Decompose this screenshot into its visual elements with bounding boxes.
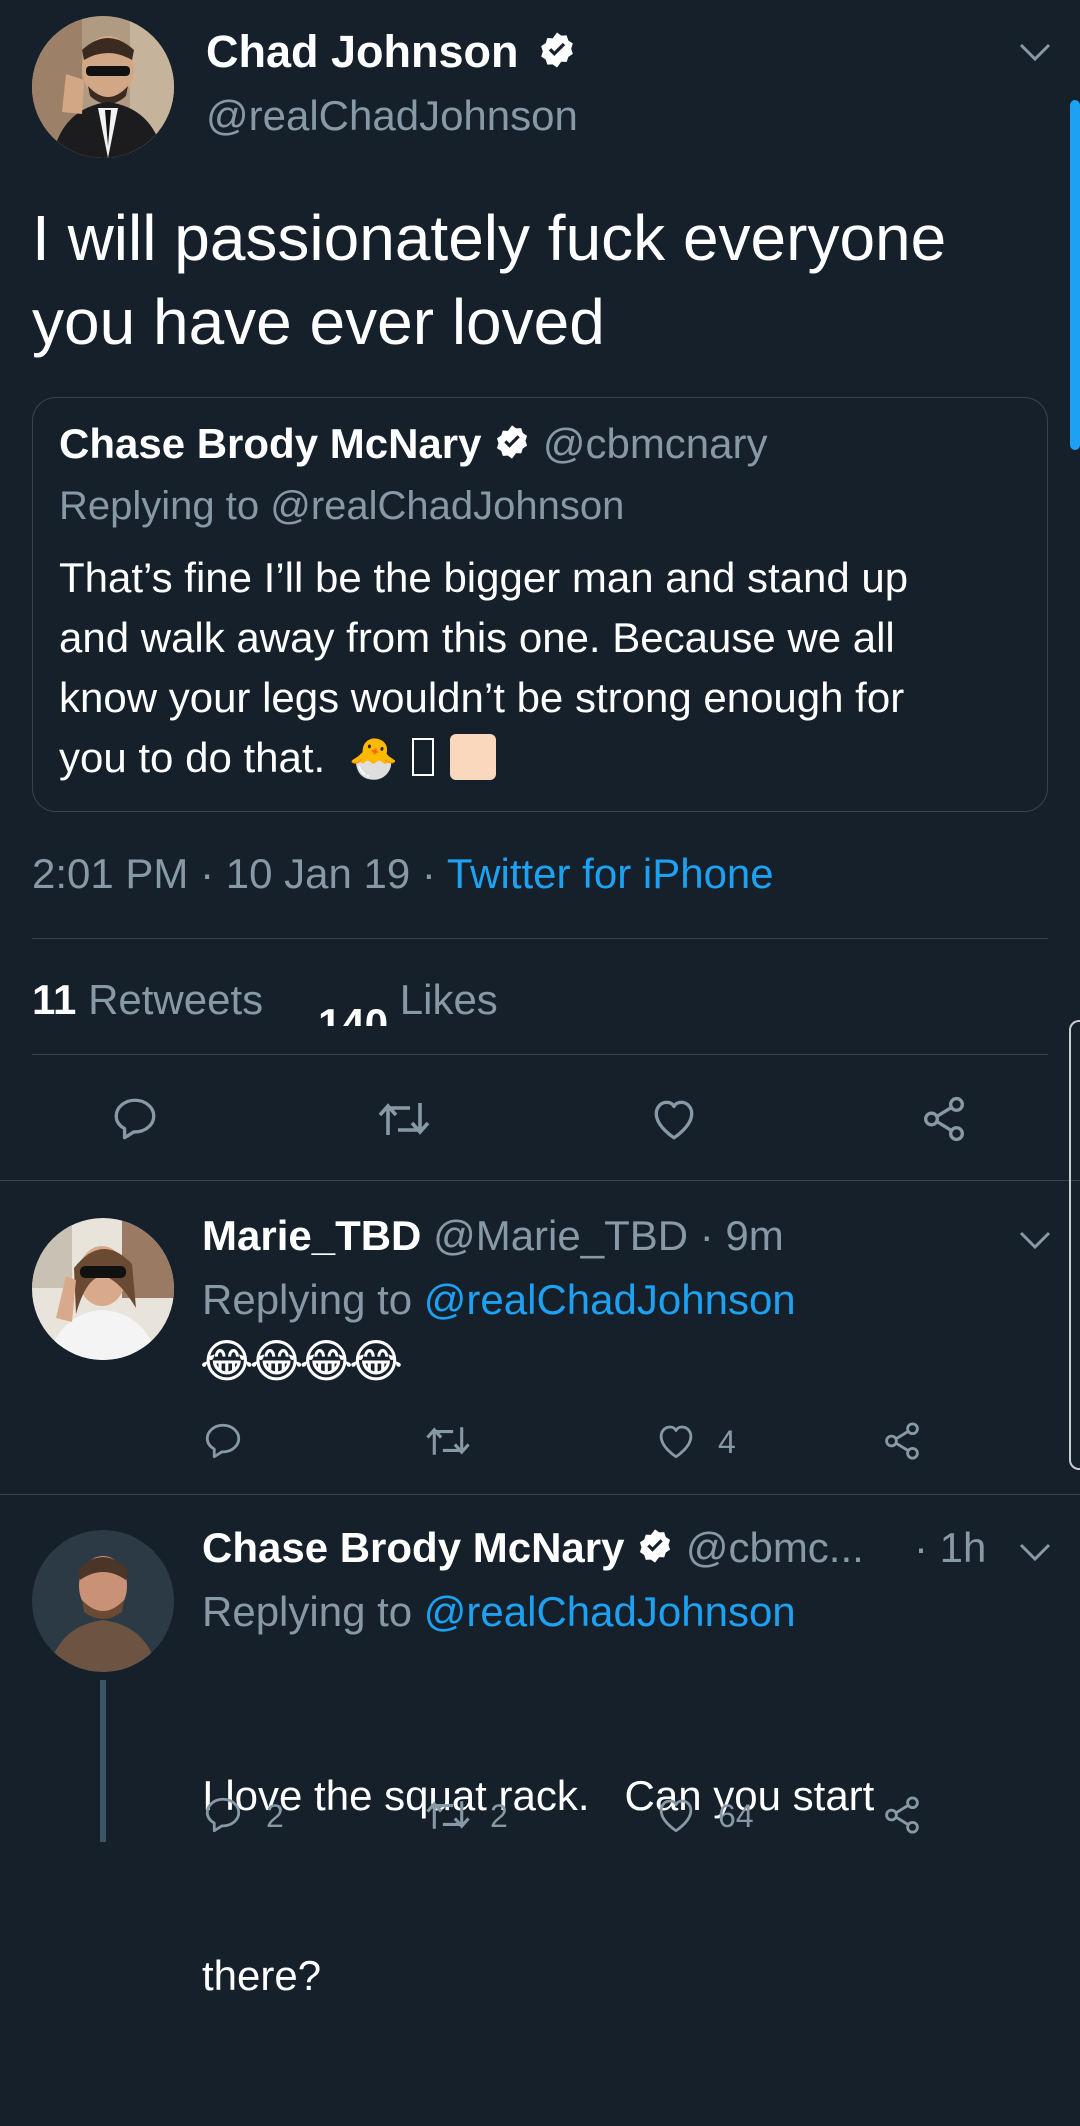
reply-text: I love the squat rack. Can you start the…	[202, 1646, 874, 2126]
retweet-icon[interactable]	[424, 1794, 472, 1836]
tweet-time: 2:01 PM	[32, 850, 189, 897]
verified-badge-icon	[493, 423, 531, 471]
reply-text-line: I love the squat rack. Can you start	[202, 1772, 875, 1819]
quoted-text-line: That’s fine I’ll be the bigger man and s…	[59, 554, 909, 601]
replying-to-label: Replying to	[202, 1588, 413, 1635]
replying-to-label: Replying to	[202, 1276, 413, 1323]
scrollbar-thumb[interactable]	[1070, 100, 1080, 450]
author-name[interactable]: Chad Johnson	[206, 26, 519, 77]
tweet-text-line: I will passionately fuck everyone	[32, 202, 947, 274]
tweet-date: 10 Jan 19	[225, 850, 411, 897]
meta-separator: ·	[200, 850, 226, 897]
tweet-text-line: you have ever loved	[32, 286, 605, 358]
author-handle[interactable]: @realChadJohnson	[206, 92, 578, 140]
reply-count: 2	[266, 1798, 284, 1834]
divider	[32, 1054, 1048, 1055]
quoted-replying-to: Replying to @realChadJohnson	[59, 484, 625, 528]
tweet-source-link[interactable]: Twitter for iPhone	[447, 850, 774, 897]
share-icon[interactable]	[918, 1094, 970, 1144]
quoted-author-name[interactable]: Chase Brody McNary	[59, 420, 481, 467]
reply-text-line: there?	[202, 1952, 322, 1999]
reply-icon[interactable]	[110, 1094, 160, 1144]
chevron-down-icon[interactable]	[1018, 1228, 1052, 1257]
retweets-label: Retweets	[88, 976, 264, 1023]
like-icon[interactable]	[648, 1094, 700, 1144]
quoted-text-line: you to do that.	[59, 734, 326, 781]
quoted-author-handle[interactable]: @cbmcnary	[543, 420, 768, 467]
share-icon[interactable]	[880, 1794, 924, 1836]
tweet-metadata: 2:01 PM · 10 Jan 19 · Twitter for iPhone	[32, 850, 774, 898]
reply-icon[interactable]	[202, 1794, 244, 1836]
retweet-icon[interactable]	[424, 1420, 472, 1462]
like-count: 64	[718, 1798, 754, 1834]
quoted-text-line: know your legs wouldn’t be strong enough…	[59, 674, 905, 721]
divider	[0, 1494, 1080, 1495]
like-count: 4	[718, 1424, 736, 1460]
tweet-text: I will passionately fuck everyone you ha…	[32, 196, 946, 364]
chevron-down-icon[interactable]	[1018, 1540, 1052, 1569]
likes-label: Likes	[399, 976, 498, 1023]
chevron-down-icon[interactable]	[1018, 40, 1052, 69]
reply-author-avatar[interactable]	[32, 1218, 174, 1360]
divider	[0, 1180, 1080, 1181]
author-avatar[interactable]	[32, 16, 174, 158]
reply-author-handle[interactable]: @cbmc...	[686, 1524, 864, 1571]
divider	[32, 938, 1048, 939]
retweet-icon[interactable]	[376, 1094, 432, 1144]
verified-badge-icon	[537, 29, 577, 81]
quoted-text-line: and walk away from this one. Because we …	[59, 614, 895, 661]
share-icon[interactable]	[880, 1420, 924, 1462]
quoted-tweet-card[interactable]: Chase Brody McNary @cbmcnary Replying to…	[32, 397, 1048, 812]
likes-count: 140	[318, 1000, 389, 1026]
reply-author-handle[interactable]: @Marie_TBD	[433, 1212, 688, 1259]
missing-glyph-icon	[412, 738, 435, 776]
reply-time: · 1h	[914, 1524, 987, 1571]
likes-stat[interactable]: 140 Likes	[318, 976, 498, 1026]
reply-text: 😂😂😂😂	[200, 1335, 403, 1387]
skin-tone-swatch-icon	[450, 734, 497, 780]
meta-separator: ·	[421, 850, 447, 897]
reply-time: · 9m	[699, 1212, 784, 1259]
retweet-count: 2	[490, 1798, 508, 1834]
thread-line	[100, 1680, 106, 1842]
retweets-count: 11	[32, 976, 77, 1023]
replying-to-handle[interactable]: @realChadJohnson	[424, 1588, 796, 1635]
quoted-tweet-text: That’s fine I’ll be the bigger man and s…	[59, 548, 908, 789]
hatching-chick-emoji: 🐣	[348, 737, 399, 781]
reply-author-avatar[interactable]	[32, 1530, 174, 1672]
scrollbar-track-edge	[1069, 1020, 1080, 1470]
like-icon[interactable]	[654, 1794, 698, 1836]
replying-to-handle[interactable]: @realChadJohnson	[424, 1276, 796, 1323]
reply-author-name[interactable]: Marie_TBD	[202, 1212, 421, 1259]
reply-author-name[interactable]: Chase Brody McNary	[202, 1524, 624, 1571]
retweets-stat[interactable]: 11 Retweets	[32, 976, 263, 1024]
reply-icon[interactable]	[202, 1420, 244, 1462]
verified-badge-icon	[636, 1527, 674, 1575]
like-icon[interactable]	[654, 1420, 698, 1462]
